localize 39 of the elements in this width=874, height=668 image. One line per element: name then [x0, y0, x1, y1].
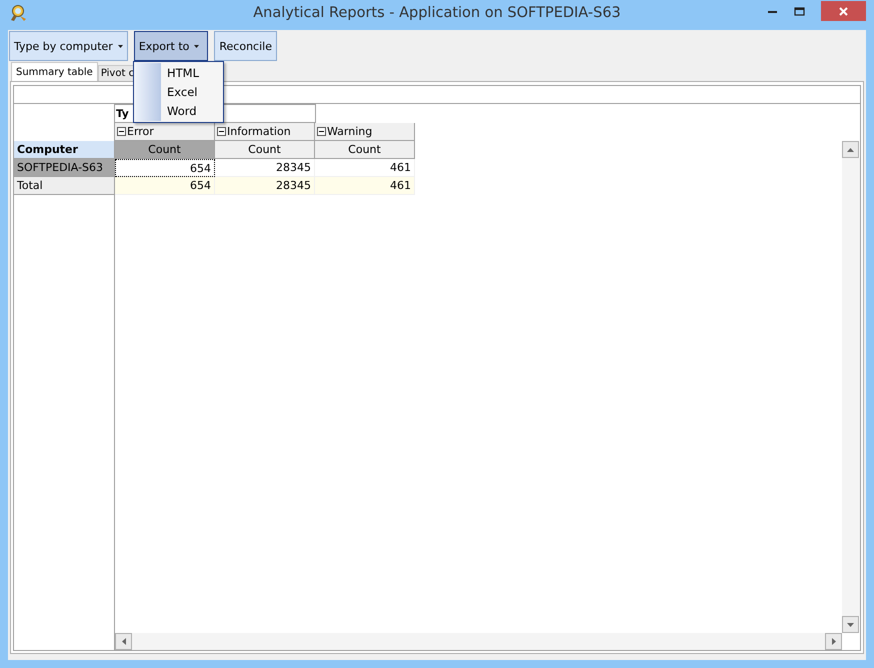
table-cell: 461 — [315, 159, 415, 177]
menu-item[interactable]: Excel — [161, 82, 200, 101]
toolbar-button[interactable]: Reconcile — [214, 31, 277, 61]
scroll-left-button[interactable] — [115, 633, 132, 650]
scroll-right-button[interactable] — [825, 633, 842, 650]
down-arrow-icon — [847, 622, 854, 626]
menu-item[interactable]: Word — [161, 101, 200, 120]
tab[interactable]: Summary table — [11, 62, 98, 81]
maximize-icon — [794, 7, 805, 16]
caret-icon — [194, 44, 200, 48]
close-button[interactable] — [821, 1, 866, 21]
column-header[interactable]: Information — [215, 123, 315, 141]
minimize-icon — [768, 10, 777, 12]
window-title: Analytical Reports - Application on SOFTPEDIA-S63 — [253, 5, 621, 21]
table-cell: 654 — [115, 177, 215, 195]
close-icon — [839, 6, 848, 16]
row-header[interactable]: Total — [14, 177, 115, 195]
table-cell: 461 — [315, 177, 415, 195]
menu-item[interactable]: HTML — [161, 63, 200, 82]
table-cell: 28345 — [215, 177, 315, 195]
caret-icon — [118, 44, 123, 48]
dropdown-button[interactable]: Type by computer — [9, 31, 128, 61]
measure-header[interactable]: Count — [315, 141, 415, 159]
measure-header[interactable]: Count — [115, 141, 215, 159]
app-icon — [9, 4, 27, 22]
column-header[interactable]: Warning — [315, 123, 415, 141]
scroll-up-button[interactable] — [842, 141, 859, 158]
measure-header[interactable]: Count — [215, 141, 315, 159]
up-arrow-icon — [847, 148, 854, 152]
table-cell: 654 — [115, 159, 215, 177]
right-arrow-icon — [832, 638, 836, 645]
left-arrow-icon — [122, 638, 126, 645]
column-header[interactable]: Error — [115, 123, 215, 141]
dropdown-button[interactable]: Export to — [134, 31, 208, 61]
row-header[interactable]: SOFTPEDIA-S63 — [14, 159, 115, 177]
table-cell: 28345 — [215, 159, 315, 177]
scroll-down-button[interactable] — [842, 616, 859, 633]
menu-icon-strip — [135, 63, 161, 121]
row-field-header[interactable]: Computer — [14, 141, 115, 159]
